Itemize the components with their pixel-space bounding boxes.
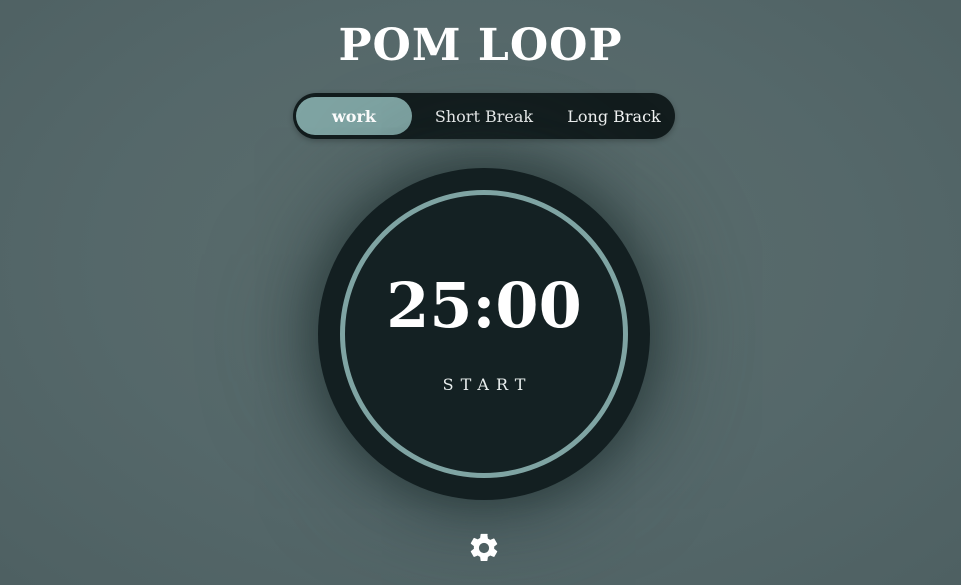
gear-icon bbox=[470, 533, 498, 562]
tab-long-break[interactable]: Long Brack bbox=[556, 97, 672, 135]
start-button[interactable]: START bbox=[318, 375, 650, 395]
timer-dial: 25:00 START bbox=[318, 168, 650, 500]
settings-button[interactable] bbox=[466, 530, 502, 566]
mode-switch: work Short Break Long Brack bbox=[293, 93, 675, 139]
pomodoro-app: POM LOOP work Short Break Long Brack 25:… bbox=[0, 0, 961, 585]
app-title: POM LOOP bbox=[338, 20, 623, 71]
tab-work[interactable]: work bbox=[296, 97, 412, 135]
tab-short-break[interactable]: Short Break bbox=[412, 97, 556, 135]
timer-display: 25:00 bbox=[386, 269, 582, 342]
